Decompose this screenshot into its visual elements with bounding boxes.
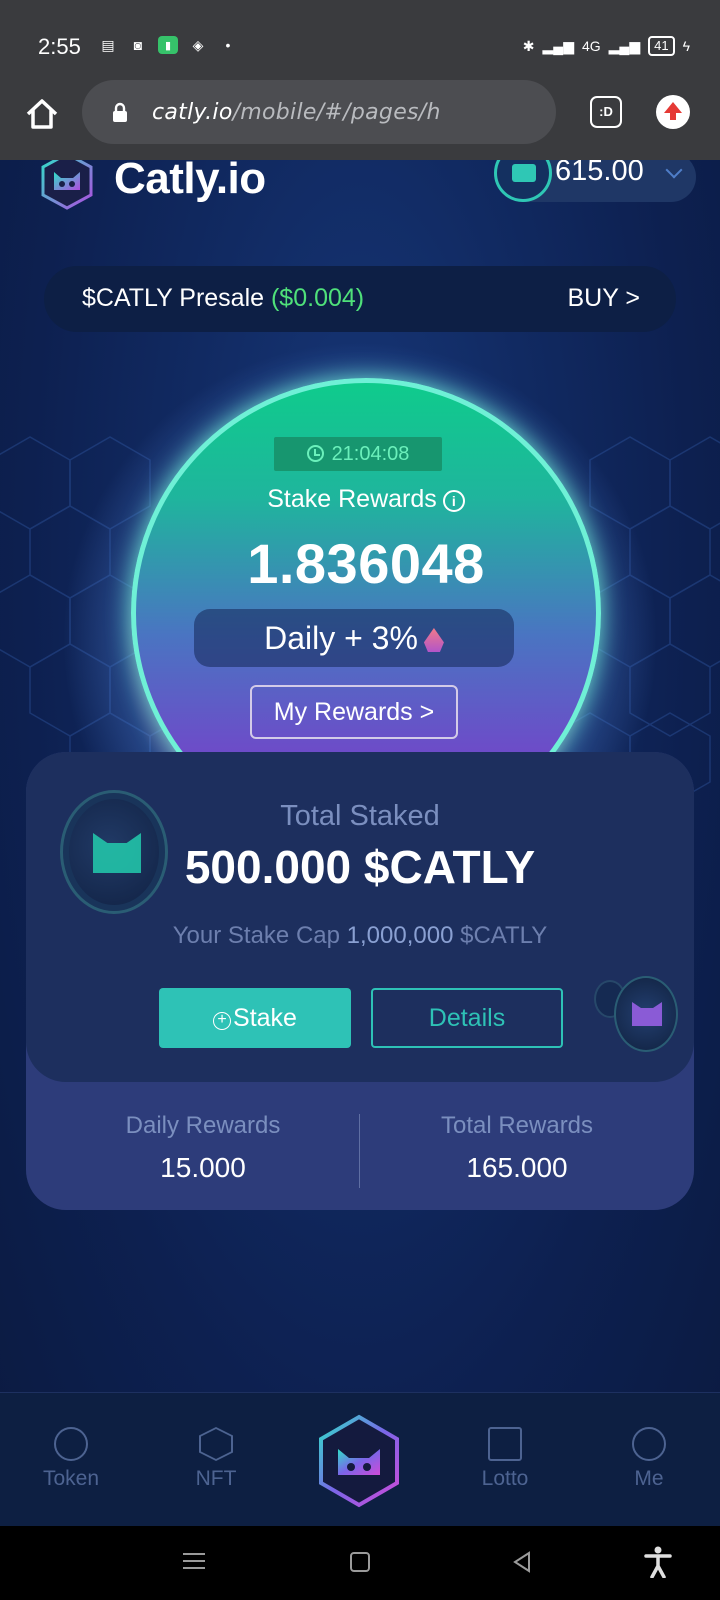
nav-item-lotto[interactable]: Lotto (455, 1427, 555, 1491)
network-type: 4G (581, 38, 601, 54)
url-text[interactable]: catly.io/mobile/#/pages/h (152, 100, 542, 125)
daily-rewards-value: 15.000 (160, 1152, 246, 1183)
bottom-navigation: Token NFT Lotto Me (0, 1392, 720, 1526)
total-rewards-label: Total Rewards (440, 1112, 594, 1139)
system-navigation-bar (0, 1526, 720, 1600)
battery-icon: 41 (648, 36, 675, 56)
lotto-icon (488, 1427, 522, 1461)
url-path: /mobile/#/pages/h (232, 100, 441, 125)
presale-buy-button[interactable]: BUY > (568, 284, 641, 313)
accessibility-icon[interactable] (644, 1546, 672, 1578)
catly-coin-small-icon (614, 976, 678, 1052)
nav-item-me[interactable]: Me (599, 1427, 699, 1491)
stake-cap-label: Your Stake Cap (172, 922, 340, 949)
presale-banner[interactable]: $CATLY Presale ($0.004) BUY > (44, 266, 676, 332)
wallet-icon (494, 160, 552, 202)
signal-icon: ▂▄▆ (542, 37, 574, 54)
stake-rewards-value: 1.836048 (247, 532, 485, 595)
stake-cap: Your Stake Cap 1,000,000 $CATLY (26, 922, 694, 950)
details-button[interactable]: Details (371, 988, 563, 1048)
daily-rate-badge: Daily + 3% (194, 609, 514, 667)
browser-toolbar: catly.io/mobile/#/pages/h :D (0, 80, 720, 160)
stake-rewards-text: Stake Rewards (267, 485, 437, 513)
total-rewards-value: 165.000 (466, 1152, 568, 1183)
wallet-balance: 615.00 (555, 160, 644, 187)
catly-logo-icon[interactable] (38, 160, 96, 210)
url-host: catly.io (152, 100, 233, 125)
news-icon: ▤ (101, 36, 115, 53)
stake-rewards-title: Stake Rewards i (136, 485, 596, 514)
presale-title: $CATLY Presale (82, 284, 265, 312)
total-staked-value: 500.000 $CATLY (184, 841, 536, 893)
nav-label-me: Me (634, 1467, 664, 1490)
home-icon[interactable] (24, 96, 60, 132)
address-bar[interactable]: catly.io/mobile/#/pages/h (82, 80, 556, 144)
catly-hex-icon[interactable] (316, 1413, 402, 1509)
daily-rewards-label: Daily Rewards (125, 1112, 281, 1139)
token-icon (54, 1427, 88, 1461)
presale-price: ($0.004) (270, 284, 365, 312)
profile-icon (632, 1427, 666, 1461)
my-rewards-button[interactable]: My Rewards > (250, 685, 458, 739)
stake-cap-unit: $CATLY (460, 922, 548, 949)
presale-label: $CATLY Presale ($0.004) (82, 284, 364, 313)
status-time: 2:55 (38, 34, 81, 59)
charging-icon: ϟ (682, 38, 690, 54)
total-staked-label: Total Staked (280, 800, 440, 832)
bluetooth-icon: ✱ (522, 37, 535, 54)
nav-item-nft[interactable]: NFT (166, 1427, 266, 1491)
timer-value: 21:04:08 (331, 443, 410, 465)
nft-icon (199, 1427, 233, 1461)
countdown-timer: 21:04:08 (274, 437, 442, 471)
chevron-down-icon (665, 161, 683, 179)
lock-icon (113, 102, 127, 122)
tab-switcher-button[interactable]: :D (590, 96, 622, 128)
home-button-icon[interactable] (350, 1552, 370, 1572)
discord-icon: ◙ (133, 37, 143, 53)
nav-label-token: Token (42, 1467, 100, 1490)
back-icon[interactable] (512, 1551, 532, 1573)
daily-rate-text: Daily + 3% (264, 620, 418, 656)
stake-button-label: Stake (233, 1004, 297, 1032)
rewards-divider (359, 1114, 360, 1188)
nav-label-nft: NFT (195, 1467, 237, 1490)
system-status-icons: ✱ ▂▄▆ 4G ▂▄▆ 41 ϟ (523, 36, 690, 56)
notification-icons: ▤ ◙ ▮ ◈ • (98, 36, 238, 54)
plus-circle-icon: + (213, 1012, 232, 1030)
app-notification-icon: ▮ (158, 36, 178, 54)
rocket-icon (423, 628, 444, 652)
brand-title: Catly.io (114, 160, 266, 203)
wallet-balance-button[interactable]: 615.00 (494, 160, 696, 202)
stake-cap-value: 1,000,000 (346, 922, 454, 949)
status-bar: 2:55 ▤ ◙ ▮ ◈ • ✱ ▂▄▆ 4G ▂▄▆ 41 ϟ (0, 0, 720, 80)
binance-icon: ◈ (192, 36, 204, 53)
nav-item-token[interactable]: Token (21, 1427, 121, 1491)
signal-icon-2: ▂▄▆ (608, 37, 641, 54)
clock-icon (306, 445, 324, 462)
nav-label-lotto: Lotto (481, 1467, 529, 1490)
more-notifications-icon: • (225, 37, 231, 53)
info-icon[interactable]: i (442, 490, 465, 512)
update-icon[interactable] (656, 95, 690, 129)
recent-apps-icon[interactable] (183, 1553, 205, 1569)
stake-button[interactable]: + Stake (159, 988, 351, 1048)
